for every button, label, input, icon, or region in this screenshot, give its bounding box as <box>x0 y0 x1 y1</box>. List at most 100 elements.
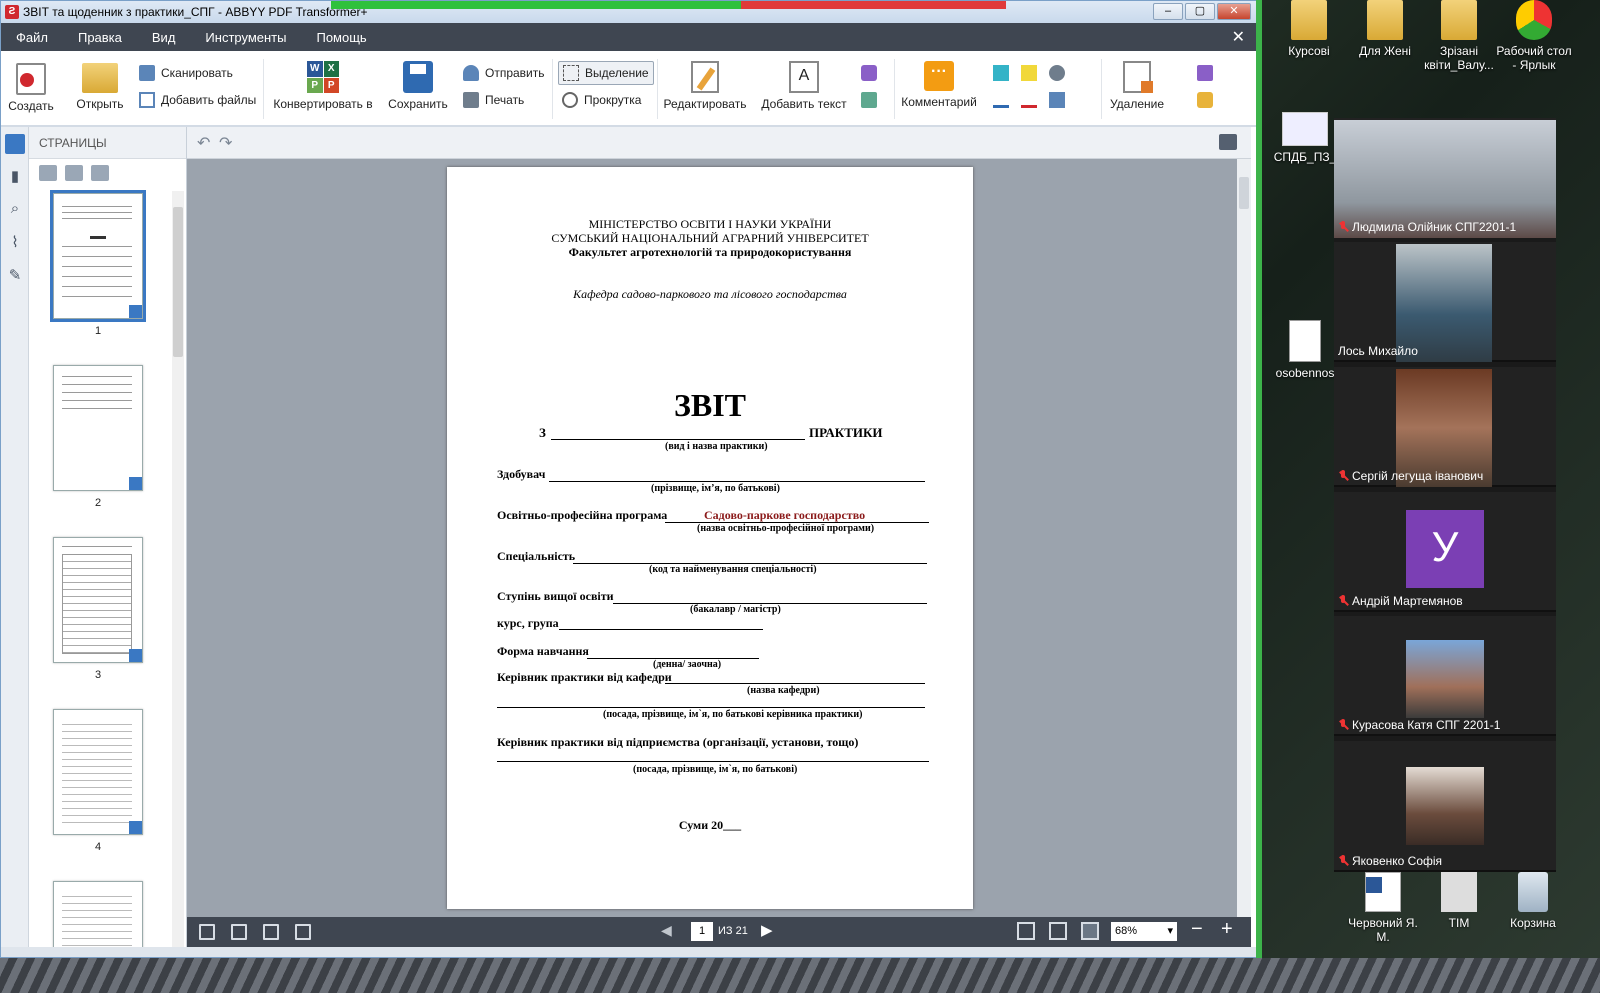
folder-icon <box>1441 0 1477 40</box>
fit-page-icon[interactable] <box>1081 922 1099 940</box>
desktop-icon[interactable]: Для Жені <box>1346 0 1424 58</box>
previous-page-button[interactable]: ◀ <box>661 922 672 939</box>
pages-scrollbar[interactable] <box>172 191 184 951</box>
select-tool-button[interactable]: Выделение <box>558 61 654 85</box>
edit-button[interactable]: Редактировать <box>663 61 747 111</box>
underline-icon[interactable] <box>993 92 1009 108</box>
specialty-label: Спеціальність <box>497 549 576 563</box>
comment-button[interactable]: ··· Комментарий <box>897 61 981 109</box>
folder-icon <box>1291 0 1327 40</box>
two-page-view-icon[interactable] <box>263 924 279 940</box>
add-files-button[interactable]: Добавить файлы <box>139 92 256 108</box>
comments-pane-icon[interactable] <box>1219 134 1237 150</box>
highlight-yellow-icon[interactable] <box>1021 65 1037 81</box>
convert-button[interactable]: W X P P Конвертировать в <box>271 61 375 111</box>
participant-tile[interactable]: У Андрій Мартемянов <box>1334 492 1556 612</box>
next-page-button[interactable]: ▶ <box>761 921 773 939</box>
desktop-icon[interactable]: Червоний Я. М. <box>1344 872 1422 944</box>
participant-tile[interactable]: Сергій легуща іванович <box>1334 367 1556 487</box>
attachment-icon[interactable]: ⌇ <box>5 233 25 253</box>
practice-hint: (вид і назва практики) <box>665 441 768 452</box>
desktop-icon[interactable]: osobennos <box>1266 320 1344 380</box>
desktop-icon[interactable]: Корзина <box>1494 872 1572 930</box>
redo-icon[interactable]: ↷ <box>219 133 232 153</box>
desktop-icon[interactable]: Рабочий стол - Ярлык <box>1494 0 1574 72</box>
fit-width-icon[interactable] <box>1049 922 1067 940</box>
sign-button[interactable] <box>1197 65 1213 81</box>
single-page-view-icon[interactable] <box>199 924 215 940</box>
muted-mic-icon <box>1338 221 1348 233</box>
close-window-button[interactable]: ✕ <box>1217 3 1251 20</box>
continuous-view-icon[interactable] <box>231 924 247 940</box>
pages-panel-icon[interactable] <box>5 134 25 154</box>
eraser-tool-button[interactable] <box>861 65 877 81</box>
add-image-button[interactable] <box>861 92 877 108</box>
stamp-icon[interactable] <box>1049 65 1065 81</box>
print-button[interactable]: Печать <box>463 92 524 108</box>
open-button[interactable]: Открыть <box>73 63 127 111</box>
maximize-button[interactable]: ▢ <box>1185 3 1215 20</box>
share-border <box>1256 0 1262 958</box>
zoom-in-button[interactable]: + <box>1221 918 1233 941</box>
zoom-out-button[interactable]: − <box>1191 918 1203 941</box>
participant-tile[interactable]: Людмила Олійник СПГ2201-1 <box>1334 118 1556 238</box>
minimize-button[interactable]: ‒ <box>1153 3 1183 20</box>
send-button[interactable]: Отправить <box>463 65 545 81</box>
close-document-icon[interactable]: ✕ <box>1232 27 1245 47</box>
desktop-icon[interactable]: СПДБ_ПЗ_ <box>1266 112 1344 164</box>
page-thumbnail[interactable] <box>53 365 143 491</box>
save-button[interactable]: Сохранить <box>387 61 449 111</box>
desktop-icon[interactable]: ТІМ <box>1420 872 1498 930</box>
city-year: Суми 20___ <box>678 818 742 832</box>
menu-file[interactable]: Файл <box>1 30 63 45</box>
delete-page-icon <box>1123 61 1153 93</box>
delete-button[interactable]: Удаление <box>1105 61 1169 111</box>
page-thumbnail[interactable] <box>50 190 146 322</box>
screen-share-indicator <box>331 1 1006 9</box>
supervisor-dept-hint2: (посада, прізвище, ім`я, по батькові кер… <box>603 709 863 720</box>
menu-help[interactable]: Помощь <box>301 30 381 45</box>
menu-tools[interactable]: Инструменты <box>190 30 301 45</box>
participant-tile[interactable]: Лось Михайло <box>1334 242 1556 362</box>
video-call-panel: Людмила Олійник СПГ2201-1 Лось Михайло С… <box>1334 118 1556 872</box>
desktop-icon[interactable]: Зрізані квіти_Валу... <box>1420 0 1498 72</box>
hand-icon <box>562 92 578 108</box>
page-thumbnail[interactable] <box>53 709 143 835</box>
bookmark-icon[interactable]: ▮ <box>5 167 25 187</box>
rotate-right-icon[interactable] <box>91 165 109 181</box>
practice-suffix: ПРАКТИКИ <box>809 425 883 440</box>
zoom-select[interactable]: 68% <box>1111 922 1177 941</box>
two-page-continuous-view-icon[interactable] <box>295 924 311 940</box>
rotate-left-icon[interactable] <box>65 165 83 181</box>
markup-tools-row1 <box>993 65 1065 81</box>
floppy-disk-icon <box>403 61 433 93</box>
protect-button[interactable] <box>1197 92 1213 108</box>
menu-edit[interactable]: Правка <box>63 30 137 45</box>
scan-button[interactable]: Сканировать <box>139 65 233 81</box>
add-text-button[interactable]: A Добавить текст <box>759 61 849 111</box>
page-thumbnail[interactable] <box>53 537 143 663</box>
report-heading: ЗВІТ <box>673 387 747 423</box>
university-line: СУМСЬКИЙ НАЦІОНАЛЬНИЙ АГРАРНИЙ УНІВЕРСИТ… <box>551 231 869 245</box>
eraser-icon <box>861 65 877 81</box>
menu-view[interactable]: Вид <box>137 30 191 45</box>
participant-tile[interactable]: Яковенко Софія <box>1334 741 1556 872</box>
search-icon[interactable]: ⌕ <box>5 200 25 220</box>
desktop-icon[interactable]: Курсові <box>1270 0 1348 58</box>
actual-size-icon[interactable] <box>1017 922 1035 940</box>
signature-icon[interactable]: ✎ <box>5 266 25 286</box>
calendar-icon[interactable] <box>1049 92 1065 108</box>
pan-tool-button[interactable]: Прокрутка <box>562 92 641 108</box>
document-scrollbar[interactable] <box>1237 159 1251 917</box>
strikethrough-icon[interactable] <box>1021 92 1037 108</box>
page-number-input[interactable]: 1 <box>691 922 713 941</box>
pdf-page: МІНІСТЕРСТВО ОСВІТИ І НАУКИ УКРАЇНИ СУМС… <box>447 167 973 909</box>
rotate-icon[interactable] <box>39 165 57 181</box>
participant-tile[interactable]: Курасова Катя СПГ 2201-1 <box>1334 616 1556 736</box>
supervisor-dept-label: Керівник практики від кафедри <box>497 670 672 684</box>
highlight-text-icon[interactable] <box>993 65 1009 81</box>
page-thumbnail[interactable] <box>53 881 143 951</box>
create-button[interactable]: Создать <box>7 63 55 113</box>
program-label: Освітньо-професійна програма <box>497 508 668 522</box>
undo-icon[interactable]: ↶ <box>197 133 210 153</box>
